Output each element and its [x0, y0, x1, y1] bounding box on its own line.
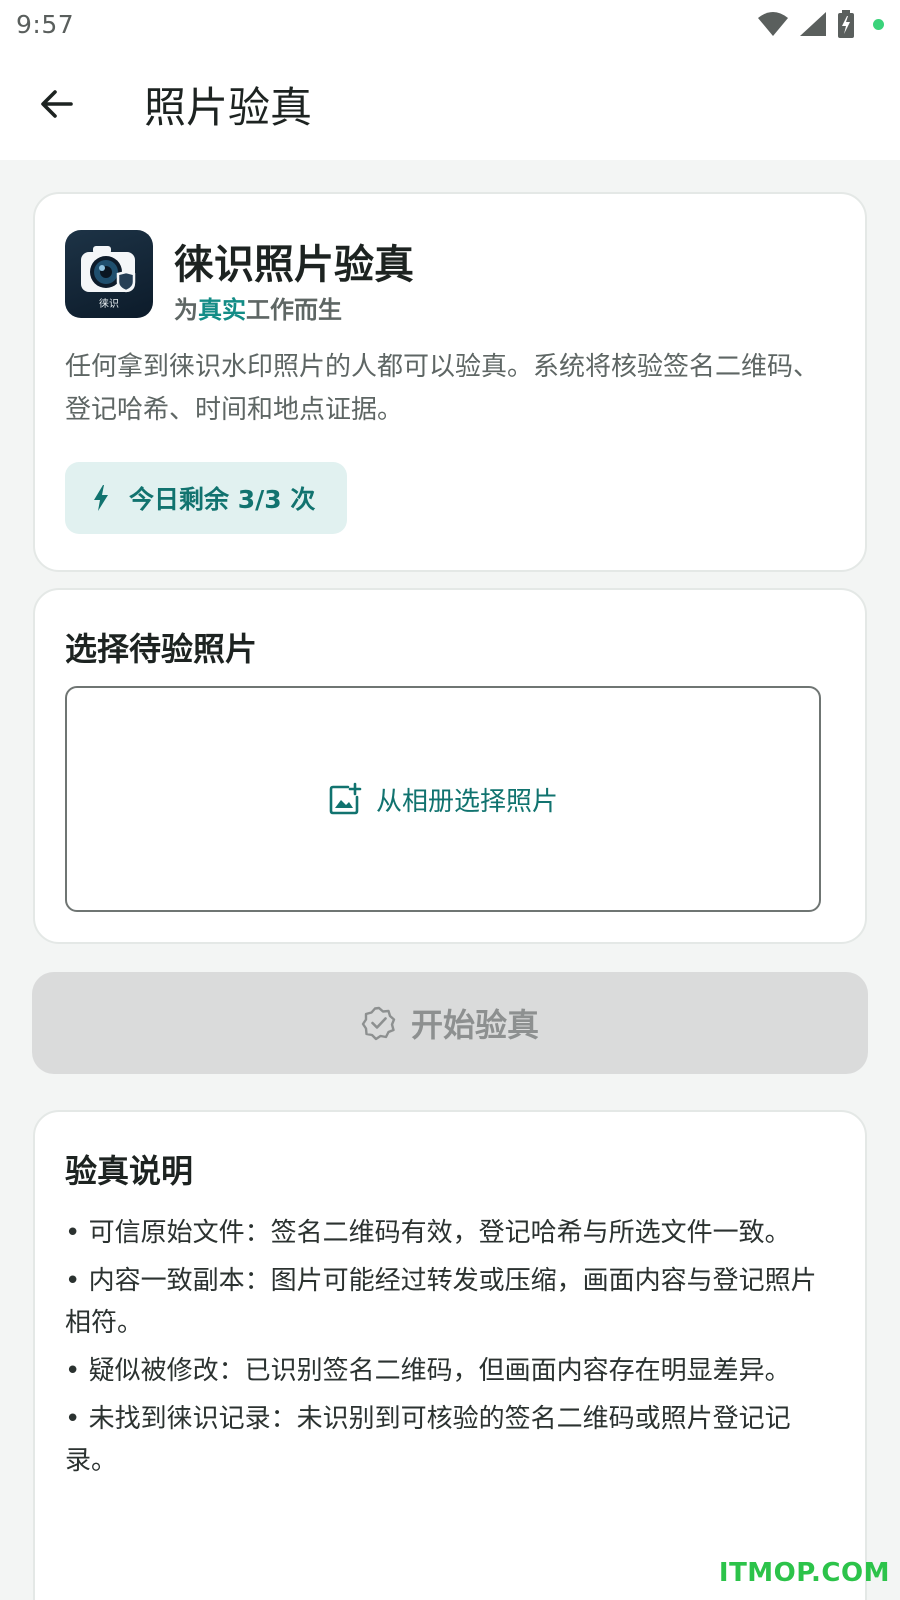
select-section-title: 选择待验照片 [65, 630, 258, 668]
notification-dot [873, 18, 884, 30]
verify-notes-card: 验真说明 • 可信原始文件：签名二维码有效，登记哈希与所选文件一致。 • 内容一… [33, 1110, 867, 1600]
app-logo: 徕识 [65, 230, 153, 318]
notes-item: • 内容一致副本：图片可能经过转发或压缩，画面内容与登记照片相符。 [65, 1266, 817, 1338]
notes-item: • 未找到徕识记录：未识别到可核验的签名二维码或照片登记记录。 [65, 1404, 791, 1476]
notes-item: • 疑似被修改：已识别签名二维码，但画面内容存在明显差异。 [65, 1356, 791, 1386]
quota-chip: 今日剩余 3/3 次 [65, 462, 347, 534]
app-name: 徕识照片验真 [174, 242, 414, 288]
watermark: ITMOP.COM [718, 1558, 890, 1588]
back-button[interactable] [26, 74, 86, 134]
status-bar: 9:57 [0, 0, 900, 48]
notes-item: • 可信原始文件：签名二维码有效，登记哈希与所选文件一致。 [65, 1218, 791, 1248]
app-bar: 照片验真 [0, 48, 900, 160]
cell-signal-icon [800, 12, 826, 36]
pick-photo-button[interactable]: 从相册选择照片 [65, 686, 821, 912]
slogan-accent: 真实 [198, 296, 246, 324]
add-photo-icon [329, 782, 362, 815]
lightning-icon [94, 485, 108, 511]
notes-section-title: 验真说明 [65, 1152, 194, 1190]
verified-badge-icon [361, 1006, 396, 1041]
battery-charging-icon [838, 10, 854, 38]
start-verify-label: 开始验真 [410, 1006, 539, 1044]
intro-card: 徕识 徕识照片验真 为真实工作而生 任何拿到徕识水印照片的人都可以验真。系统将核… [33, 192, 867, 572]
wifi-icon [758, 12, 788, 36]
notes-list: • 可信原始文件：签名二维码有效，登记哈希与所选文件一致。 • 内容一致副本：图… [65, 1212, 835, 1488]
logo-text: 徕识 [99, 299, 119, 310]
pick-photo-label: 从相册选择照片 [375, 786, 558, 817]
status-icons [757, 10, 884, 38]
slogan-prefix: 为 [174, 296, 198, 324]
arrow-left-icon [41, 90, 73, 118]
start-verify-button[interactable]: 开始验真 [32, 972, 868, 1074]
page-title: 照片验真 [144, 82, 313, 132]
select-photo-card: 选择待验照片 从相册选择照片 [33, 588, 867, 944]
status-time: 9:57 [16, 9, 75, 39]
slogan-suffix: 工作而生 [246, 296, 342, 324]
quota-text: 今日剩余 3/3 次 [129, 485, 316, 514]
intro-description: 任何拿到徕识水印照片的人都可以验真。系统将核验签名二维码、登记哈希、时间和地点证… [65, 352, 820, 425]
slogan: 为真实工作而生 [174, 290, 342, 325]
